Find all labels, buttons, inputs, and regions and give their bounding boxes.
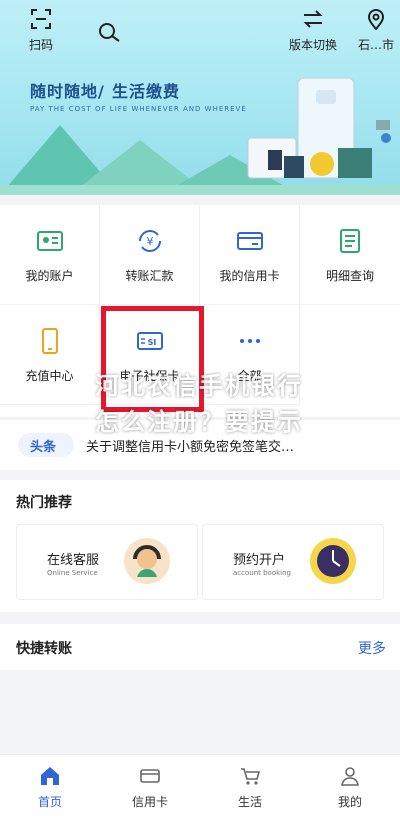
online-service-card[interactable]: 在线客服 Online Service (16, 524, 198, 600)
section-title: 快捷转账 (16, 641, 72, 657)
tab-label: 信用卡 (131, 795, 168, 809)
location-label: 石…市 (357, 38, 394, 52)
menu-detail-query[interactable]: 明细查询 (300, 205, 400, 305)
tab-label: 我的 (337, 795, 362, 809)
more-link[interactable]: 更多 (358, 638, 386, 658)
switch-arrows-icon (303, 10, 323, 28)
tab-home[interactable]: 首页 (0, 761, 100, 810)
tab-mine[interactable]: 我的 (300, 761, 400, 810)
phone-recharge-icon (42, 328, 58, 354)
search-icon[interactable] (96, 20, 124, 48)
banner-area: 扫码 版本切换 石…市 随时随地/生活缴费 PAY THE COST OF LI… (0, 0, 400, 195)
appliances-illustration (247, 77, 391, 179)
overlay-caption: 河北农信手机银行 怎么注册？要提示 (95, 368, 303, 440)
tab-credit-card[interactable]: 信用卡 (100, 761, 200, 810)
overlay-line-1: 河北农信手机银行 (95, 372, 303, 400)
customer-service-icon (124, 538, 170, 584)
menu-label: 转账汇款 (125, 269, 174, 283)
menu-label: 我的信用卡 (219, 269, 280, 283)
profile-icon (341, 767, 359, 786)
cart-icon (241, 768, 261, 785)
menu-my-account[interactable]: 我的账户 (0, 205, 100, 305)
overlay-line-2: 怎么注册？要提示 (95, 408, 303, 436)
version-switch-button[interactable]: 版本切换 (284, 8, 342, 53)
scan-icon (31, 9, 51, 29)
card-title: 预约开户 (233, 553, 286, 568)
home-icon (41, 767, 59, 785)
menu-recharge-center[interactable]: 充值中心 (0, 305, 100, 405)
banner-title-left: 随时随地 (30, 82, 99, 101)
card-title: 在线客服 (47, 553, 100, 568)
banner-title: 随时随地/生活缴费 (30, 82, 181, 101)
location-pin-icon (367, 9, 385, 30)
section-title: 热门推荐 (16, 495, 72, 511)
scan-label: 扫码 (28, 38, 53, 52)
card-subtitle: account booking (233, 569, 291, 577)
menu-label: 我的账户 (25, 269, 74, 283)
hot-recommend-section: 热门推荐 在线客服 Online Service 预约开户 account bo… (0, 480, 400, 612)
tab-label: 首页 (37, 795, 62, 809)
more-dots-icon (240, 339, 260, 343)
menu-transfer[interactable]: ¥ 转账汇款 (100, 205, 200, 305)
scan-button[interactable]: 扫码 (22, 8, 60, 53)
credit-card-tab-icon (140, 769, 160, 783)
menu-label: 充值中心 (25, 369, 74, 383)
version-switch-label: 版本切换 (288, 38, 337, 52)
banner-subtitle: PAY THE COST OF LIFE WHENEVER AND WHEREV… (30, 105, 247, 113)
quick-transfer-section: 快捷转账 更多 (0, 624, 400, 670)
bottom-tab-bar: 首页 信用卡 生活 我的 (0, 754, 400, 822)
tab-label: 生活 (237, 795, 262, 809)
top-header: 扫码 版本切换 石…市 (0, 8, 400, 52)
location-button[interactable]: 石…市 (352, 8, 400, 53)
document-list-icon (340, 229, 360, 253)
menu-credit-card[interactable]: 我的信用卡 (200, 205, 300, 305)
tab-life[interactable]: 生活 (200, 761, 300, 810)
credit-card-icon (237, 232, 263, 250)
account-booking-card[interactable]: 预约开户 account booking (202, 524, 384, 600)
banner-title-right: 生活缴费 (112, 82, 181, 101)
clock-booking-icon (310, 538, 356, 584)
transfer-yen-icon: ¥ (139, 230, 161, 252)
headline-tag-label: 头条 (30, 440, 57, 455)
account-card-icon (37, 231, 63, 251)
menu-label: 明细查询 (325, 269, 374, 283)
card-subtitle: Online Service (47, 569, 98, 577)
svg-text:¥: ¥ (147, 235, 154, 248)
headline-tag: 头条 (18, 433, 74, 457)
